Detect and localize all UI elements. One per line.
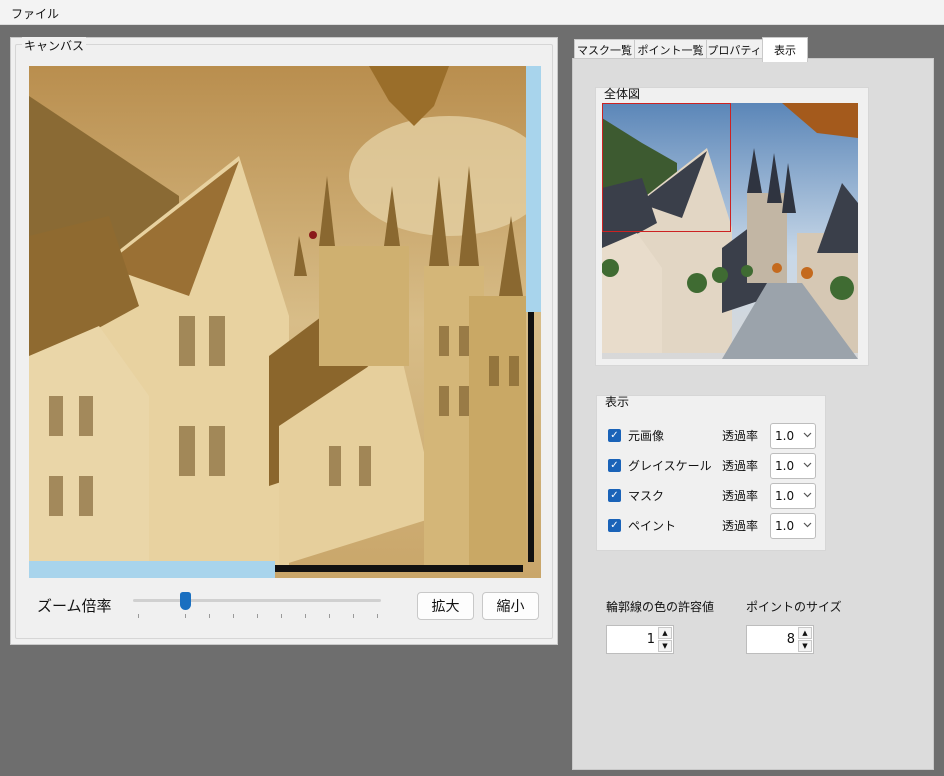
tab-mask-list[interactable]: マスク一覧 (574, 39, 635, 60)
layer-label: ペイント (628, 519, 677, 533)
slider-tick (281, 614, 282, 618)
select-value: 1.0 (775, 459, 795, 473)
select-value: 1.0 (775, 519, 795, 533)
original-opacity-select[interactable]: 1.0 (770, 423, 816, 449)
zoom-slider-track (133, 599, 381, 602)
display-group-label: 表示 (605, 395, 630, 409)
mask-checkbox[interactable]: ✓ (608, 489, 621, 502)
slider-tick (353, 614, 354, 618)
canvas-window: キャンバス ズーム倍率 拡大 縮小 (10, 37, 558, 645)
vertical-scrollbar-track[interactable] (528, 312, 534, 562)
opacity-label: 透過率 (722, 489, 759, 503)
opacity-label: 透過率 (722, 429, 759, 443)
horizontal-scrollbar-thumb[interactable] (29, 561, 275, 578)
layer-label: 元画像 (628, 429, 665, 443)
grayscale-opacity-select[interactable]: 1.0 (770, 453, 816, 479)
zoom-out-button[interactable]: 縮小 (482, 592, 539, 620)
point-size-spinner[interactable]: 8 ▲ ▼ (746, 625, 814, 654)
menu-bar: ファイル (0, 0, 944, 25)
display-panel: 全体図 表示 ✓ 元画像 透過率 1.0 ✓ グレイスケール 透過率 1.0 ✓… (572, 58, 934, 770)
zoom-slider-thumb[interactable] (180, 592, 191, 610)
canvas-image[interactable] (29, 66, 541, 578)
canvas-group-label: キャンバス (22, 37, 87, 54)
layer-label: グレイスケール (628, 459, 712, 473)
select-value: 1.0 (775, 429, 795, 443)
slider-tick (233, 614, 234, 618)
mask-opacity-select[interactable]: 1.0 (770, 483, 816, 509)
spin-down-icon[interactable]: ▼ (798, 640, 812, 652)
layer-row-mask: ✓ マスク 透過率 1.0 (608, 483, 818, 509)
tolerance-value: 1 (646, 632, 655, 647)
slider-tick (209, 614, 210, 618)
slider-tick (257, 614, 258, 618)
point-size-label: ポイントのサイズ (746, 600, 842, 614)
menu-file[interactable]: ファイル (11, 5, 59, 22)
chevron-down-icon (803, 432, 812, 438)
opacity-label: 透過率 (722, 459, 759, 473)
overview-group: 全体図 (595, 87, 869, 366)
layer-row-paint: ✓ ペイント 透過率 1.0 (608, 513, 818, 539)
tab-properties[interactable]: プロパティ (706, 39, 763, 60)
original-image-checkbox[interactable]: ✓ (608, 429, 621, 442)
point-size-value: 8 (786, 632, 795, 647)
overview-viewport-rect[interactable] (602, 103, 731, 232)
layer-label: マスク (628, 489, 665, 503)
tab-display[interactable]: 表示 (762, 37, 808, 62)
zoom-slider[interactable] (133, 590, 383, 620)
tolerance-spinner[interactable]: 1 ▲ ▼ (606, 625, 674, 654)
grayscale-checkbox[interactable]: ✓ (608, 459, 621, 472)
overview-label: 全体図 (604, 87, 641, 101)
spin-up-icon[interactable]: ▲ (798, 627, 812, 639)
slider-tick (185, 614, 186, 618)
layer-row-original: ✓ 元画像 透過率 1.0 (608, 423, 818, 449)
overview-image[interactable] (602, 103, 858, 359)
horizontal-scrollbar-track[interactable] (275, 565, 523, 572)
select-value: 1.0 (775, 489, 795, 503)
slider-tick (329, 614, 330, 618)
spinner-buttons: ▲ ▼ (798, 627, 812, 652)
paint-checkbox[interactable]: ✓ (608, 519, 621, 532)
opacity-label: 透過率 (722, 519, 759, 533)
slider-tick (377, 614, 378, 618)
drawing-canvas[interactable] (29, 66, 541, 578)
spinner-buttons: ▲ ▼ (658, 627, 672, 652)
vertical-scrollbar-thumb[interactable] (526, 66, 541, 312)
tab-point-list[interactable]: ポイント一覧 (634, 39, 707, 60)
chevron-down-icon (803, 492, 812, 498)
layer-row-grayscale: ✓ グレイスケール 透過率 1.0 (608, 453, 818, 479)
spin-up-icon[interactable]: ▲ (658, 627, 672, 639)
slider-tick (138, 614, 139, 618)
paint-opacity-select[interactable]: 1.0 (770, 513, 816, 539)
spin-down-icon[interactable]: ▼ (658, 640, 672, 652)
display-group: 表示 ✓ 元画像 透過率 1.0 ✓ グレイスケール 透過率 1.0 ✓ マスク… (596, 395, 826, 551)
slider-tick (305, 614, 306, 618)
zoom-label: ズーム倍率 (37, 597, 112, 615)
chevron-down-icon (803, 522, 812, 528)
chevron-down-icon (803, 462, 812, 468)
tolerance-label: 輪郭線の色の許容値 (606, 600, 715, 614)
zoom-in-button[interactable]: 拡大 (417, 592, 474, 620)
